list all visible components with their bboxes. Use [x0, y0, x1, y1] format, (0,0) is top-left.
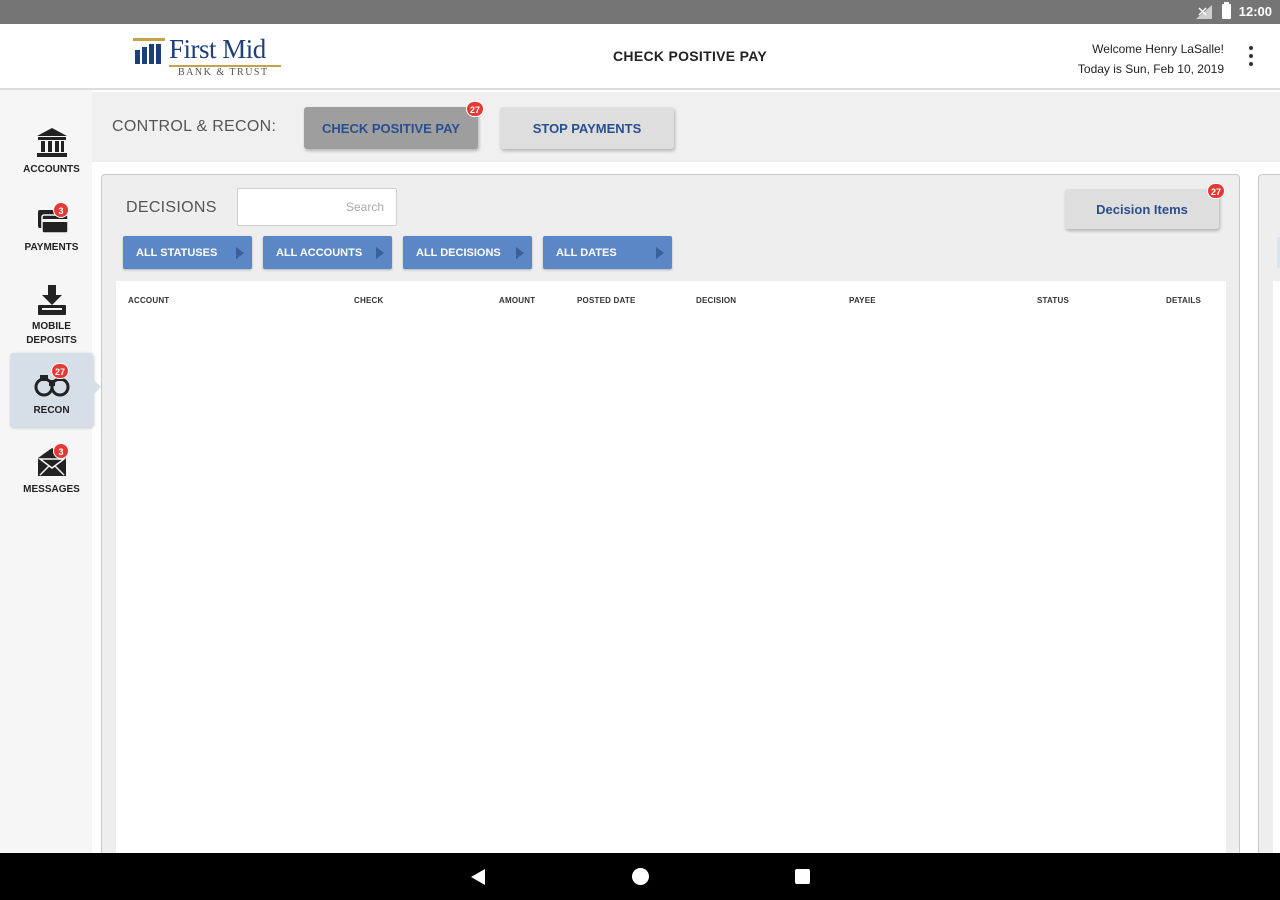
- today-date: Today is Sun, Feb 10, 2019: [1077, 62, 1224, 76]
- logo-name: First Mid: [169, 34, 266, 64]
- table-header: ACCOUNT CHECK AMOUNT POSTED DATE DECISIO…: [116, 281, 1226, 313]
- check-positive-pay-badge: 27: [465, 101, 484, 117]
- column-header-account[interactable]: ACCOUNT: [128, 296, 169, 305]
- page-title: CHECK POSITIVE PAY: [613, 48, 767, 64]
- sidebar-item-payments[interactable]: 3 PAYMENTS: [10, 202, 93, 256]
- detail-panel-edge: [1258, 174, 1280, 865]
- filter-dates[interactable]: ALL DATES: [543, 236, 672, 269]
- filter-label: ALL DATES: [556, 246, 617, 259]
- play-arrow-icon: [376, 246, 384, 259]
- sidebar: ACCOUNTS 3 PAYMENTS MOBILE DEPOSITS 27 R…: [0, 90, 101, 853]
- filter-decisions[interactable]: ALL DECISIONS: [403, 236, 532, 269]
- filter-label: ALL STATUSES: [136, 246, 218, 259]
- system-navigation-bar: [0, 853, 1280, 900]
- detail-panel-body: [1273, 281, 1280, 865]
- signal-icon: [1195, 4, 1212, 19]
- filter-label: ALL DECISIONS: [416, 246, 501, 259]
- battery-icon: [1221, 2, 1231, 19]
- status-time: 12:00: [1238, 4, 1272, 19]
- decision-items-badge: 27: [1206, 183, 1225, 199]
- sidebar-item-label: ACCOUNTS: [23, 164, 80, 175]
- welcome-text: Welcome Henry LaSalle!: [1092, 42, 1224, 56]
- messages-badge: 3: [53, 443, 69, 459]
- first-mid-logo[interactable]: First Mid BANK & TRUST: [133, 34, 293, 82]
- sidebar-item-label: MOBILE DEPOSITS: [26, 321, 77, 346]
- tab-label: STOP PAYMENTS: [532, 120, 642, 136]
- sidebar-item-label: RECON: [33, 405, 70, 416]
- app-header: First Mid BANK & TRUST CHECK POSITIVE PA…: [0, 24, 1280, 90]
- back-icon[interactable]: [471, 869, 485, 885]
- decision-items-label: Decision Items: [1096, 201, 1188, 217]
- sidebar-item-recon[interactable]: 27 RECON: [10, 353, 101, 427]
- search-input[interactable]: [237, 188, 397, 226]
- control-recon-label: CONTROL & RECON:: [112, 118, 277, 135]
- sidebar-item-mobile-deposits[interactable]: MOBILE DEPOSITS: [10, 283, 93, 347]
- status-icons: 12:00: [1195, 2, 1272, 19]
- column-header-decision[interactable]: DECISION: [696, 296, 736, 305]
- column-header-status[interactable]: STATUS: [1037, 296, 1069, 305]
- decisions-panel: DECISIONS Decision Items 27 ALL STATUSES…: [101, 174, 1240, 865]
- play-arrow-icon: [656, 246, 664, 259]
- play-arrow-icon: [516, 246, 524, 259]
- filter-accounts[interactable]: ALL ACCOUNTS: [263, 236, 392, 269]
- decision-items-button[interactable]: Decision Items 27: [1065, 183, 1225, 229]
- overflow-menu-icon[interactable]: [1248, 46, 1254, 66]
- sidebar-item-label: MESSAGES: [23, 484, 80, 495]
- column-header-amount[interactable]: AMOUNT: [499, 296, 535, 305]
- control-recon-toolbar: CONTROL & RECON: CHECK POSITIVE PAY 27 S…: [92, 92, 1280, 162]
- bank-icon: [36, 128, 67, 157]
- home-icon[interactable]: [632, 868, 649, 885]
- recon-badge: 27: [51, 363, 70, 379]
- tab-check-positive-pay[interactable]: CHECK POSITIVE PAY 27: [304, 101, 484, 149]
- logo-subtitle: BANK & TRUST: [178, 67, 269, 78]
- download-deposit-icon: [37, 285, 66, 315]
- welcome-block: Welcome Henry LaSalle! Today is Sun, Feb…: [1078, 39, 1224, 79]
- filter-label: ALL ACCOUNTS: [276, 246, 363, 259]
- filter-bar: ALL STATUSES ALL ACCOUNTS ALL DECISIONS …: [123, 236, 672, 269]
- decisions-heading: DECISIONS: [126, 199, 217, 216]
- sidebar-item-label: PAYMENTS: [24, 242, 79, 253]
- tab-label: CHECK POSITIVE PAY: [322, 120, 460, 136]
- column-header-posted-date[interactable]: POSTED DATE: [577, 296, 636, 305]
- tab-stop-payments[interactable]: STOP PAYMENTS: [500, 107, 674, 149]
- column-header-check[interactable]: CHECK: [354, 296, 383, 305]
- system-status-bar: 12:00: [0, 0, 1280, 24]
- filter-statuses[interactable]: ALL STATUSES: [123, 236, 252, 269]
- sidebar-item-messages[interactable]: 3 MESSAGES: [10, 443, 93, 498]
- recent-apps-icon[interactable]: [795, 869, 810, 884]
- logo-bars-icon: [133, 38, 165, 64]
- play-arrow-icon: [236, 246, 244, 259]
- sidebar-item-accounts[interactable]: ACCOUNTS: [10, 126, 93, 178]
- payments-badge: 3: [53, 202, 69, 218]
- decisions-table: ACCOUNT CHECK AMOUNT POSTED DATE DECISIO…: [116, 281, 1226, 865]
- column-header-details[interactable]: DETAILS: [1166, 296, 1201, 305]
- column-header-payee[interactable]: PAYEE: [849, 296, 876, 305]
